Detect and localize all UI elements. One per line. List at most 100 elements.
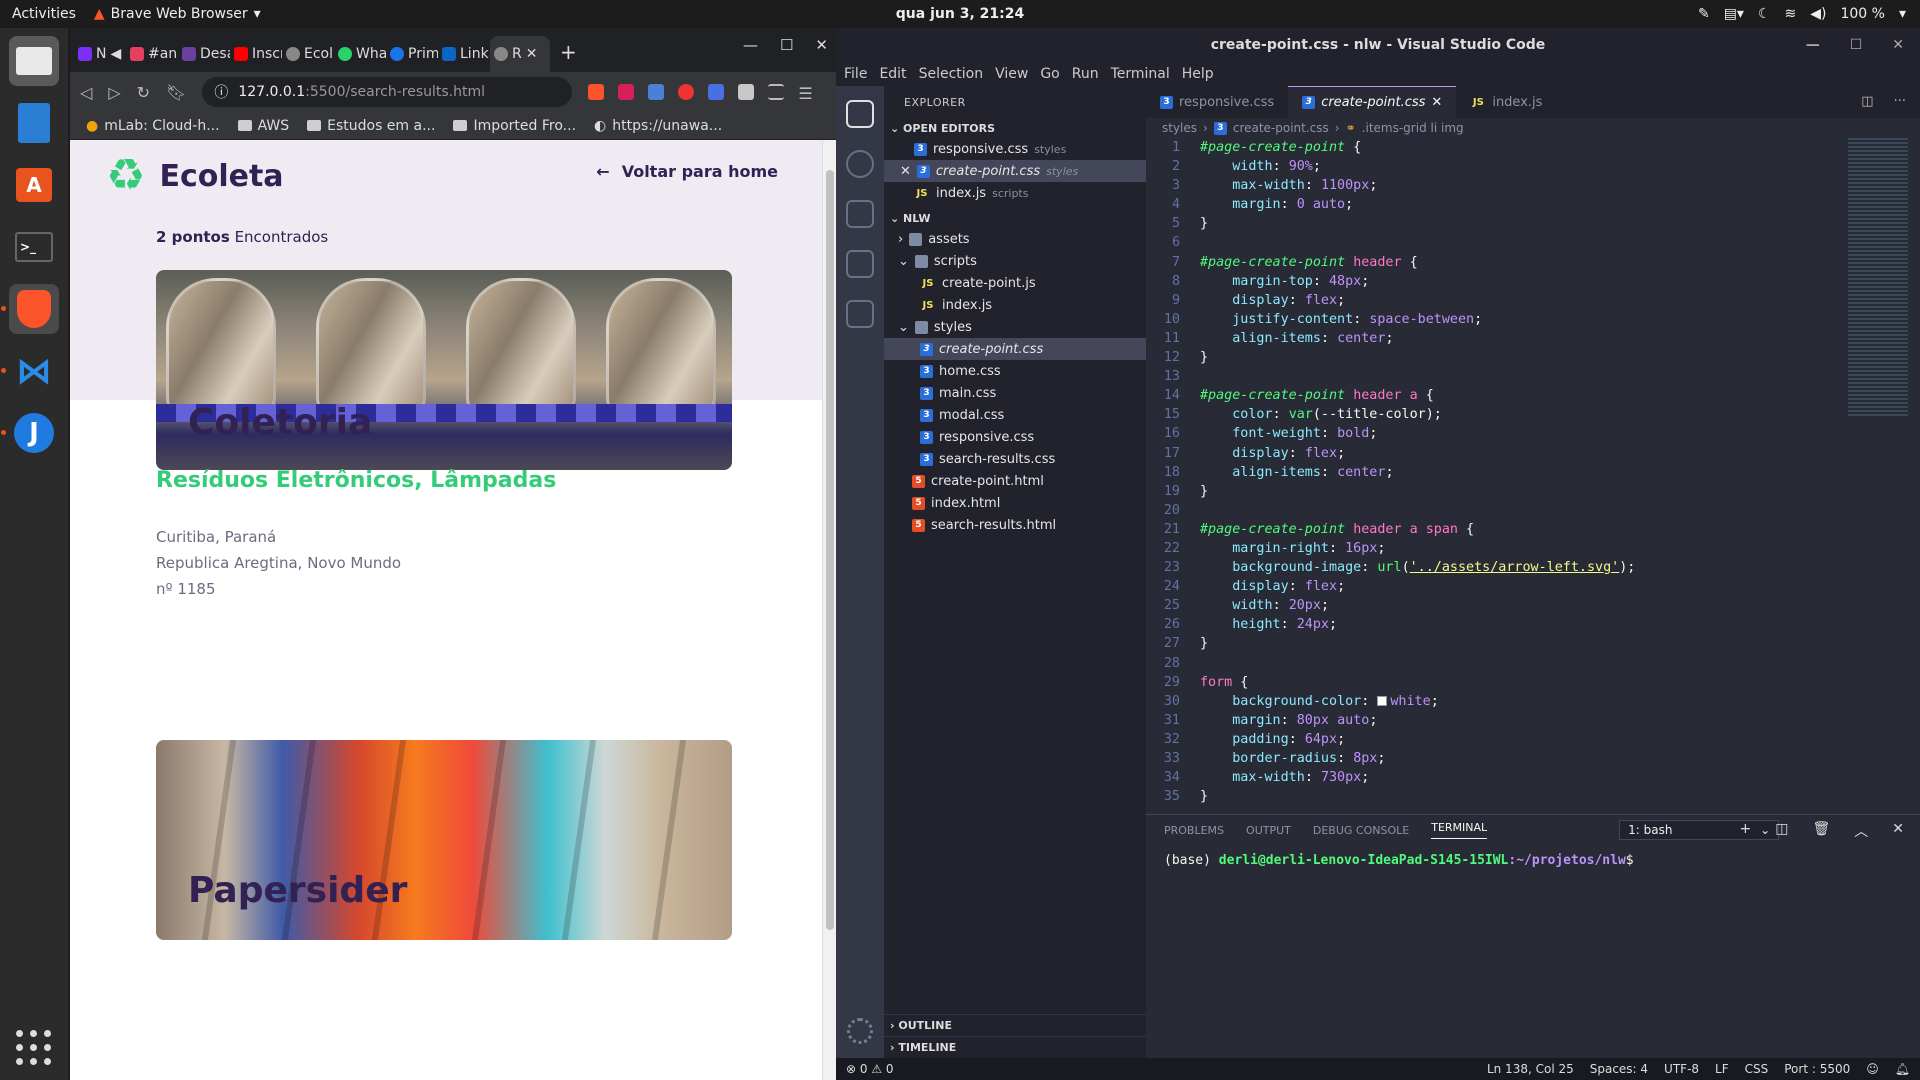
brave-shields-icon[interactable] (588, 84, 605, 100)
browser-tab[interactable]: Desa (178, 36, 230, 72)
bookmark-folder[interactable]: Estudos em a... (307, 118, 435, 134)
browser-tab[interactable]: Link (438, 36, 490, 72)
menu-help[interactable]: Help (1182, 66, 1214, 82)
editor-tab[interactable]: 3 responsive.css (1146, 86, 1289, 118)
problems-indicator[interactable]: ⊗ 0 ⚠ 0 (846, 1062, 894, 1076)
language-mode[interactable]: CSS (1745, 1062, 1769, 1076)
extension-icon[interactable] (738, 84, 755, 100)
browser-tab[interactable]: Prim (386, 36, 438, 72)
breadcrumb-item[interactable]: create-point.css (1233, 121, 1329, 135)
line-ending[interactable]: LF (1715, 1062, 1729, 1076)
tree-file[interactable]: 5 search-results.html (884, 514, 1146, 536)
back-home-link[interactable]: ← Voltar para home (596, 162, 778, 181)
extensions-icon[interactable] (846, 300, 874, 328)
browser-tab-active[interactable]: R ✕ (490, 36, 550, 72)
ecoleta-logo[interactable]: ♻ Ecoleta (106, 154, 284, 198)
terminal-output[interactable]: (base) derli@derli-Lenovo-IdeaPad-S145-1… (1146, 845, 1920, 876)
reload-icon[interactable]: ↻ (137, 83, 150, 102)
app-menu[interactable]: ▲ Brave Web Browser ▾ (94, 6, 261, 22)
close-icon[interactable]: ✕ (1892, 821, 1904, 841)
bell-icon[interactable]: 🔔︎ (1895, 1062, 1910, 1076)
code-editor[interactable]: 1 #page-create-point { 2 width: 90%; 3 ma… (1146, 138, 1848, 808)
menu-edit[interactable]: Edit (879, 66, 906, 82)
reading-list-icon[interactable] (768, 84, 785, 100)
tree-file[interactable]: JS create-point.js (884, 272, 1146, 294)
trash-icon[interactable]: 🗑︎ (1812, 821, 1830, 841)
close-icon[interactable]: ✕ (900, 164, 911, 179)
tab-debug-console[interactable]: DEBUG CONSOLE (1313, 824, 1409, 837)
breadcrumb-item[interactable]: .items-grid li img (1362, 121, 1464, 135)
clock[interactable]: qua jun 3, 21:24 (896, 6, 1024, 22)
bookmark-icon[interactable]: 🔖︎ (166, 83, 186, 102)
tab-terminal[interactable]: TERMINAL (1431, 821, 1488, 839)
close-icon[interactable]: ✕ (1892, 37, 1904, 53)
tree-file[interactable]: JS index.js (884, 294, 1146, 316)
editor-tab-active[interactable]: 3 create-point.css ✕ (1288, 86, 1457, 118)
back-icon[interactable]: ◁ (80, 83, 92, 102)
outline-section[interactable]: › OUTLINE (884, 1014, 1146, 1036)
open-editor-item[interactable]: 3 responsive.css styles (884, 138, 1146, 160)
feedback-icon[interactable]: ☺ (1866, 1062, 1879, 1076)
browser-tab[interactable]: Inscr (230, 36, 282, 72)
split-terminal-icon[interactable]: ◫ (1775, 821, 1788, 841)
minimize-icon[interactable]: — (743, 36, 758, 54)
extension-icon[interactable] (708, 84, 725, 100)
bookmark-folder[interactable]: Imported Fro... (453, 118, 576, 134)
activities-button[interactable]: Activities (0, 6, 88, 22)
source-control-icon[interactable] (846, 200, 874, 228)
close-icon[interactable]: ✕ (526, 46, 538, 62)
split-editor-icon[interactable]: ◫ (1861, 94, 1873, 109)
writer-icon[interactable] (9, 98, 59, 148)
close-icon[interactable]: ✕ (1431, 95, 1442, 110)
tree-folder[interactable]: › assets (884, 228, 1146, 250)
gear-icon[interactable] (847, 1018, 873, 1044)
app-grid-icon[interactable] (16, 1030, 52, 1066)
more-icon[interactable]: ··· (1894, 94, 1906, 109)
editor-tab[interactable]: JS index.js (1456, 86, 1557, 118)
bookmark-folder[interactable]: AWS (237, 118, 289, 134)
indentation[interactable]: Spaces: 4 (1590, 1062, 1648, 1076)
explorer-icon[interactable] (846, 100, 874, 128)
vscode-dock-icon[interactable]: ⋈ (1, 346, 59, 396)
search-icon[interactable] (846, 150, 874, 178)
tree-folder[interactable]: ⌄ scripts (884, 250, 1146, 272)
browser-tab[interactable]: #anc (126, 36, 178, 72)
translate-icon[interactable] (648, 84, 665, 100)
bookmark-item[interactable]: ◐ https://unawa... (594, 118, 722, 134)
live-server-port[interactable]: Port : 5500 (1784, 1062, 1850, 1076)
tree-file[interactable]: 5 index.html (884, 492, 1146, 514)
tab-problems[interactable]: PROBLEMS (1164, 824, 1224, 837)
address-bar[interactable]: ⓘ 127.0.0.1:5500/search-results.html (202, 77, 573, 107)
menu-icon[interactable]: ☰ (798, 84, 814, 103)
menu-go[interactable]: Go (1040, 66, 1059, 82)
menu-view[interactable]: View (995, 66, 1028, 82)
open-editor-item[interactable]: JS index.js scripts (884, 182, 1146, 204)
new-tab-button[interactable]: + (550, 40, 587, 72)
brave-dock-icon[interactable] (1, 284, 59, 334)
tree-folder[interactable]: ⌄ styles (884, 316, 1146, 338)
forward-icon[interactable]: ▷ (108, 83, 120, 102)
menu-run[interactable]: Run (1072, 66, 1099, 82)
maximize-icon[interactable]: ☐ (780, 36, 793, 54)
cursor-position[interactable]: Ln 138, Col 25 (1487, 1062, 1574, 1076)
run-debug-icon[interactable] (846, 250, 874, 278)
tree-file[interactable]: 3 search-results.css (884, 448, 1146, 470)
tree-file[interactable]: 3 main.css (884, 382, 1146, 404)
close-icon[interactable]: ✕ (815, 36, 828, 54)
jdownloader-icon[interactable]: J (1, 408, 59, 458)
tab-output[interactable]: OUTPUT (1246, 824, 1291, 837)
maximize-icon[interactable]: ☐ (1850, 37, 1863, 53)
files-icon[interactable] (9, 36, 59, 86)
brave-rewards-icon[interactable] (618, 84, 635, 100)
menu-selection[interactable]: Selection (919, 66, 984, 82)
terminal-icon[interactable]: >_ (9, 222, 59, 272)
software-center-icon[interactable]: A (9, 160, 59, 210)
tree-file[interactable]: 3 home.css (884, 360, 1146, 382)
breadcrumb-item[interactable]: styles (1162, 121, 1197, 135)
system-tray[interactable]: ✎ ▤▾ ☾ ≋ ◀) 100 % ▾ (1698, 6, 1906, 22)
info-icon[interactable]: ⓘ (214, 82, 228, 102)
minimize-icon[interactable]: — (1806, 37, 1820, 53)
extension-icon[interactable] (678, 84, 695, 100)
page-scrollbar[interactable] (822, 140, 836, 1080)
minimap[interactable] (1848, 138, 1908, 418)
